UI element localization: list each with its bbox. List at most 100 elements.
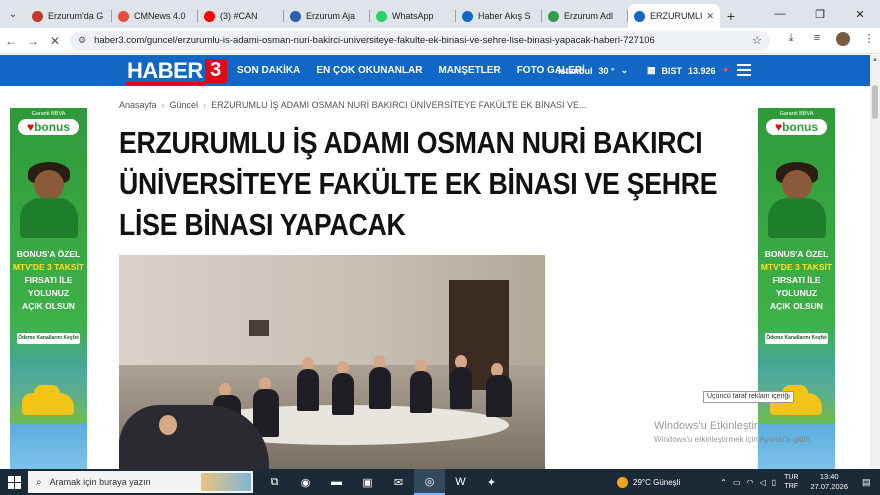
file-explorer-icon[interactable]: ▬ bbox=[321, 469, 352, 495]
chevron-up-icon[interactable]: ⌃ bbox=[720, 478, 727, 487]
notifications-icon[interactable]: ▤ bbox=[862, 477, 876, 488]
search-icon: ⌕ bbox=[36, 476, 42, 488]
taskbar-weather[interactable]: 29°C Güneşli bbox=[633, 478, 680, 487]
restore-icon[interactable]: ❐ bbox=[800, 0, 840, 28]
site-header: HABER 3 SON DAKİKA EN ÇOK OKUNANLAR MANŞET… bbox=[0, 55, 870, 86]
chrome-icon[interactable]: ◎ bbox=[414, 469, 445, 495]
breadcrumb-category[interactable]: Güncel bbox=[170, 100, 199, 110]
weather-widget[interactable]: İstanbul 30 ° ⌄ bbox=[558, 55, 628, 86]
profile-avatar[interactable] bbox=[832, 32, 854, 49]
ad-promo-text: BONUS'A ÖZEL MTV'DE 3 TAKSİT FIRSATI İLE… bbox=[760, 249, 833, 311]
word-icon[interactable]: W bbox=[445, 469, 476, 495]
article-title: ERZURUMLU İŞ ADAMI OSMAN NURİ BAKIRCI ÜN… bbox=[119, 125, 718, 242]
tab-favicon-icon bbox=[376, 10, 387, 22]
stock-chart-icon: ▦ bbox=[647, 65, 656, 75]
nav-link[interactable]: EN ÇOK OKUNANLAR bbox=[316, 65, 422, 76]
tab-label: ERZURUMLU bbox=[650, 11, 703, 21]
browser-tab[interactable]: Haber Akış S bbox=[456, 4, 542, 28]
browser-menu-icon[interactable]: ⋮ bbox=[858, 32, 880, 49]
browser-tab[interactable]: Erzurum Aja bbox=[284, 4, 370, 28]
back-arrow-icon[interactable]: ← bbox=[0, 34, 22, 48]
tab-label: Erzurum'da G bbox=[48, 11, 104, 21]
ad-cta-button[interactable]: Ödeme Kanallarını Keşfet bbox=[765, 333, 828, 344]
volume-icon[interactable]: ◁ bbox=[760, 478, 766, 487]
tab-label: (3) #CAN bbox=[220, 11, 258, 21]
browser-tab[interactable]: Erzurum'da G bbox=[26, 4, 112, 28]
wifi-icon[interactable]: ◠ bbox=[747, 478, 754, 487]
browser-tab[interactable]: CMNews 4.0 bbox=[112, 4, 198, 28]
windows-taskbar: ⌕ Aramak için buraya yazın ⧉ ◉ ▬ ▣ ✉ ◎ W… bbox=[0, 469, 880, 495]
down-arrow-icon: ▼ bbox=[721, 66, 730, 75]
search-highlight-image bbox=[201, 473, 251, 491]
hamburger-menu-icon[interactable] bbox=[737, 64, 751, 79]
bookmark-star-icon[interactable]: ☆ bbox=[752, 34, 762, 47]
tab-favicon-icon bbox=[290, 10, 301, 22]
nav-link[interactable]: SON DAKİKA bbox=[237, 65, 300, 76]
sun-icon bbox=[617, 476, 629, 488]
system-tray: 29°C Güneşli ⌃ ▭ ◠ ◁ ▯ TUR TRF 13:40 27.… bbox=[617, 469, 880, 495]
forward-arrow-icon[interactable]: → bbox=[22, 34, 44, 48]
page-scrollbar[interactable]: ▲ bbox=[870, 55, 880, 469]
tab-close-icon[interactable]: ✕ bbox=[706, 11, 714, 22]
new-tab-button[interactable]: + bbox=[720, 4, 742, 28]
edge-icon[interactable]: ◉ bbox=[290, 469, 321, 495]
tab-label: Erzurum Aja bbox=[306, 11, 356, 21]
site-info-icon[interactable]: ⚙ bbox=[78, 35, 86, 46]
tab-favicon-icon bbox=[204, 10, 215, 22]
tab-favicon-icon bbox=[32, 10, 43, 22]
minimize-icon[interactable]: — bbox=[760, 0, 800, 28]
taskbar-clock[interactable]: 13:40 27.07.2026 bbox=[810, 472, 848, 492]
battery-icon[interactable]: ▯ bbox=[772, 478, 776, 487]
browser-tab[interactable]: (3) #CAN bbox=[198, 4, 284, 28]
browser-tab[interactable]: WhatsApp bbox=[370, 4, 456, 28]
app-icon[interactable]: ✦ bbox=[476, 469, 507, 495]
tab-label: WhatsApp bbox=[392, 11, 434, 21]
ad-promo-text: BONUS'A ÖZEL MTV'DE 3 TAKSİT FIRSATI İLE… bbox=[12, 249, 85, 311]
tab-label: CMNews 4.0 bbox=[134, 11, 186, 21]
article-photo bbox=[119, 255, 545, 469]
breadcrumb-home[interactable]: Anasayfa bbox=[119, 100, 157, 110]
bonus-logo: ♥bonus bbox=[766, 119, 827, 135]
main-nav: SON DAKİKA EN ÇOK OKUNANLAR MANŞETLER FOTO … bbox=[237, 55, 585, 86]
left-side-ad[interactable]: Garanti BBVA ♥bonus BONUS'A ÖZEL MTV'DE … bbox=[10, 108, 87, 470]
windows-start-icon[interactable] bbox=[0, 469, 28, 495]
haber3-logo[interactable]: HABER 3 bbox=[125, 57, 227, 85]
stop-loading-icon[interactable]: ✕ bbox=[44, 34, 66, 48]
browser-tab[interactable]: ERZURUMLU ✕ bbox=[628, 4, 720, 28]
ad-cta-button[interactable]: Ödeme Kanallarını Keşfet bbox=[17, 333, 80, 344]
tab-label: Erzurum Adl bbox=[564, 11, 614, 21]
download-icon[interactable]: ⤓ bbox=[780, 32, 802, 49]
scroll-up-icon[interactable]: ▲ bbox=[872, 57, 878, 63]
breadcrumb-current: ERZURUMLU İŞ ADAMI OSMAN NURİ BAKIRCI ÜN… bbox=[211, 100, 587, 110]
nav-link[interactable]: MANŞETLER bbox=[438, 65, 500, 76]
bonus-logo: ♥bonus bbox=[18, 119, 79, 135]
breadcrumb-separator: › bbox=[203, 100, 207, 110]
reading-list-icon[interactable]: ≡ bbox=[806, 32, 828, 49]
input-language[interactable]: TUR TRF bbox=[784, 473, 798, 491]
scrollbar-thumb[interactable] bbox=[872, 85, 878, 119]
right-side-ad[interactable]: Garanti BBVA ♥bonus BONUS'A ÖZEL MTV'DE … bbox=[758, 108, 835, 470]
tab-favicon-icon bbox=[634, 10, 645, 22]
network-icon[interactable]: ▭ bbox=[733, 478, 741, 487]
address-bar[interactable]: ⚙ haber3.com/guncel/erzurumlu-is-adami-o… bbox=[70, 30, 770, 51]
tab-favicon-icon bbox=[548, 10, 559, 22]
window-controls: — ❐ ✕ bbox=[760, 0, 880, 28]
breadcrumb: Anasayfa › Güncel › ERZURUMLU İŞ ADAMI O… bbox=[119, 100, 586, 110]
tab-favicon-icon bbox=[118, 10, 129, 22]
tab-search-chevron-icon[interactable]: ⌄ bbox=[0, 0, 26, 28]
browser-tab[interactable]: Erzurum Adl bbox=[542, 4, 628, 28]
third-party-ad-label: Üçüncü taraf reklam içeriği bbox=[703, 391, 794, 403]
car-illustration bbox=[22, 385, 74, 415]
bist-widget[interactable]: ▦ BIST 13.926 ▼ bbox=[647, 55, 729, 86]
taskbar-search[interactable]: ⌕ Aramak için buraya yazın bbox=[28, 471, 253, 493]
tab-favicon-icon bbox=[462, 10, 473, 22]
windows-activation-watermark: Windows'u Etkinleştir Windows'u etkinleş… bbox=[654, 420, 813, 444]
chevron-down-icon: ⌄ bbox=[620, 65, 629, 75]
mail-icon[interactable]: ✉ bbox=[383, 469, 414, 495]
breadcrumb-separator: › bbox=[161, 100, 165, 110]
close-window-icon[interactable]: ✕ bbox=[840, 0, 880, 28]
task-view-icon[interactable]: ⧉ bbox=[259, 469, 290, 495]
browser-toolbar: ← → ✕ ⚙ haber3.com/guncel/erzurumlu-is-a… bbox=[0, 28, 880, 54]
store-icon[interactable]: ▣ bbox=[352, 469, 383, 495]
tab-label: Haber Akış S bbox=[478, 11, 531, 21]
